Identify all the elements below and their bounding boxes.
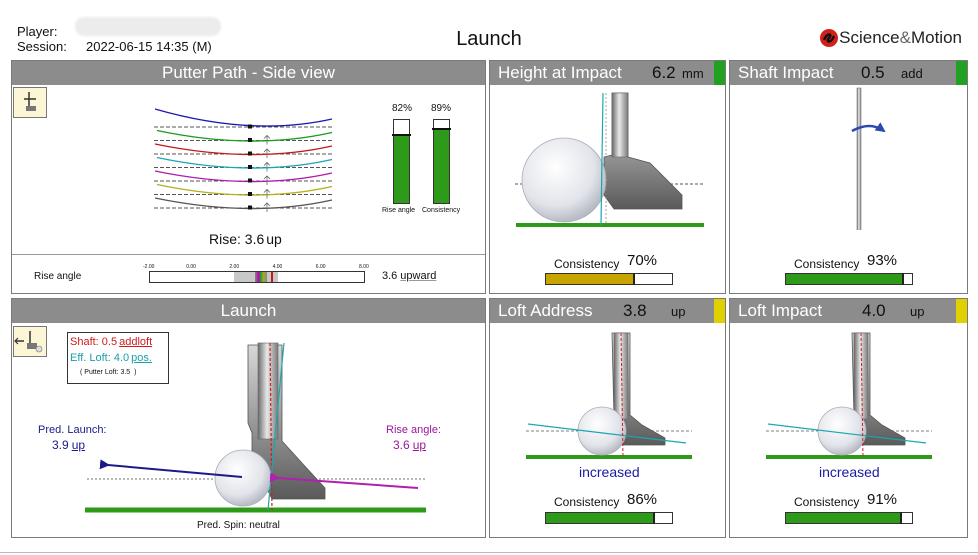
impact-marker — [248, 124, 252, 129]
rise-angle-label: Rise angle: — [386, 424, 442, 436]
impact-marker — [248, 205, 252, 210]
scale-tick-label: 0.00 — [186, 264, 196, 270]
loft-address-unit: up — [671, 304, 686, 319]
page-bottom-rule — [0, 552, 978, 553]
loft-impact-panel: Loft Impact 4.0 up increased Consistency… — [729, 298, 968, 538]
loft-impact-unit: up — [910, 304, 925, 319]
impact-marker — [248, 151, 252, 156]
rise-angle-value: 3.6 up — [393, 438, 427, 452]
rise-angle-scale-value: 3.6 upward — [382, 270, 437, 282]
impact-marker — [248, 138, 252, 142]
loft-impact-indicator — [956, 299, 967, 323]
scale-tick-label: 8.00 — [359, 264, 369, 270]
shaft-impact-consistency-label: Consistency — [794, 257, 860, 271]
height-at-impact-consistency-label: Consistency — [554, 257, 620, 271]
putter-path-curve — [154, 143, 333, 156]
shaft-impact-diagram — [851, 87, 886, 230]
putter-path-curve — [156, 129, 333, 142]
height-at-impact-diagram — [515, 92, 704, 227]
brand-logo: Science & Motion — [819, 28, 962, 48]
brand-name-left: Science — [839, 28, 900, 47]
loft-impact-header: Loft Impact 4.0 up — [730, 299, 967, 323]
height-at-impact-unit: mm — [682, 66, 704, 81]
consistency-vbar — [432, 119, 451, 204]
shaft-impact-value: 0.5 — [861, 63, 885, 82]
putter-path-header: Putter Path - Side view — [12, 61, 485, 85]
putter-path-curve — [154, 170, 333, 183]
loft-impact-title: Loft Impact — [738, 301, 823, 320]
height-at-impact-consistency-bar — [545, 273, 673, 285]
loft-address-value: 3.8 — [623, 301, 647, 320]
rise-angle-scale-label: Rise angle — [34, 271, 82, 282]
loft-impact-consistency-value: 91% — [867, 491, 898, 508]
loft-address-panel: Loft Address 3.8 up increased Consistenc… — [489, 298, 726, 538]
impact-marker — [248, 178, 252, 183]
loft-address-consistency-label: Consistency — [554, 495, 620, 509]
loft-address-diagram — [526, 332, 692, 459]
loft-impact-consistency-label: Consistency — [794, 495, 860, 509]
scale-tick-label: 4.00 — [272, 264, 283, 270]
brand-name-right: Motion — [910, 28, 962, 47]
putter-path-curve — [154, 197, 333, 210]
shaft-impact-panel: Shaft Impact 0.5 add Consistency 93% — [729, 60, 968, 294]
rise-angle-vbar — [392, 119, 411, 204]
loft-impact-diagram — [766, 332, 932, 459]
shaft-impact-indicator — [956, 61, 967, 85]
launch-panel: Launch Shaft: 0.5 addloft Eff. Loft: 4.0 p… — [11, 298, 486, 538]
putter-path-panel: Putter Path - Side view Rise: 3.6 up 82% … — [11, 60, 486, 294]
height-at-impact-indicator — [714, 61, 725, 85]
consistency-vbar-label: Consistency — [422, 207, 461, 214]
loft-address-title: Loft Address — [498, 301, 593, 320]
brand-swirl-icon — [820, 29, 839, 47]
putter-path-diagram — [154, 108, 333, 212]
launch-title: Launch — [220, 301, 277, 320]
shaft-impact-unit: add — [901, 66, 923, 81]
rise-angle-scale-bar — [149, 271, 365, 283]
height-at-impact-consistency-value: 70% — [627, 252, 658, 269]
impact-marker — [248, 192, 252, 196]
brand-amp: & — [899, 28, 911, 47]
height-at-impact-header: Height at Impact 6.2 mm — [490, 61, 725, 85]
scale-tick-label: 6.00 — [315, 264, 326, 270]
loft-impact-value: 4.0 — [862, 301, 886, 320]
loft-impact-consistency-bar — [785, 512, 913, 524]
shaft-impact-header: Shaft Impact 0.5 add — [730, 61, 967, 85]
scale-tick-label: 2.00 — [229, 264, 240, 270]
shaft-impact-title: Shaft Impact — [738, 63, 834, 82]
launch-header: Launch — [12, 299, 485, 323]
report-header: Player: Session: 2022-06-15 14:35 (M) La… — [0, 0, 978, 58]
scale-tick-label: -2.00 — [143, 264, 155, 270]
putter-path-title: Putter Path - Side view — [162, 63, 335, 82]
shaft-impact-consistency-bar — [785, 273, 913, 285]
putter-path-curve — [156, 183, 333, 196]
rise-angle-bar-pct: 82% — [392, 103, 413, 114]
loft-address-indicator — [714, 299, 725, 323]
putter-path-curve — [154, 108, 333, 127]
loft-address-consistency-bar — [545, 512, 673, 524]
height-at-impact-value: 6.2 — [652, 63, 676, 82]
rise-angle-vbar-label: Rise angle — [382, 207, 416, 214]
height-at-impact-title: Height at Impact — [498, 63, 622, 82]
rise-unit: up — [266, 231, 282, 247]
pred-launch-value: 3.9 up — [52, 438, 86, 452]
loft-impact-note: increased — [819, 464, 880, 480]
loft-address-header: Loft Address 3.8 up — [490, 299, 725, 323]
loft-address-note: increased — [579, 464, 640, 480]
impact-marker — [248, 165, 252, 169]
pred-launch-label: Pred. Launch: — [38, 424, 107, 436]
rise-summary: Rise: 3.6 up — [209, 231, 282, 247]
shaft-impact-consistency-value: 93% — [867, 252, 898, 269]
consistency-bar-pct: 89% — [431, 103, 452, 114]
path-baseline-rows — [154, 108, 333, 212]
height-at-impact-panel: Height at Impact 6.2 mm Consistency 70% — [489, 60, 726, 294]
putter-path-curve — [156, 156, 333, 169]
rise-text: Rise: 3.6 — [209, 231, 265, 247]
loft-address-consistency-value: 86% — [627, 491, 658, 508]
pred-spin: Pred. Spin: neutral — [197, 520, 280, 531]
